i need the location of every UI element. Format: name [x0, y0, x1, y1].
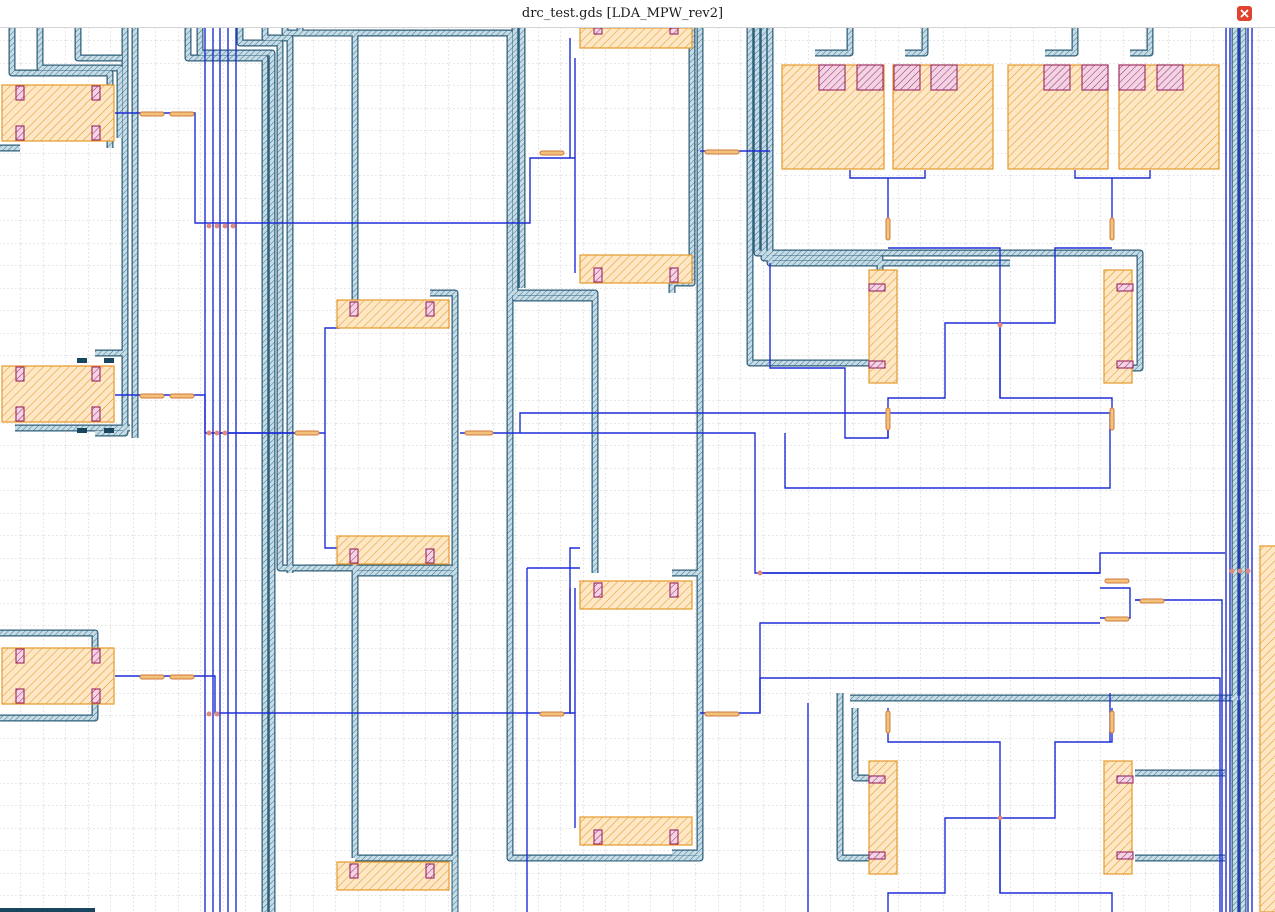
layout-canvas[interactable]: [0, 28, 1275, 912]
cell-edge-right[interactable]: [1259, 545, 1275, 912]
window-titlebar: drc_test.gds [LDA_MPW_rev2]: [0, 0, 1275, 28]
window-title: drc_test.gds [LDA_MPW_rev2]: [521, 6, 724, 21]
layout-svg[interactable]: [0, 28, 1275, 912]
close-icon[interactable]: [1237, 6, 1252, 21]
